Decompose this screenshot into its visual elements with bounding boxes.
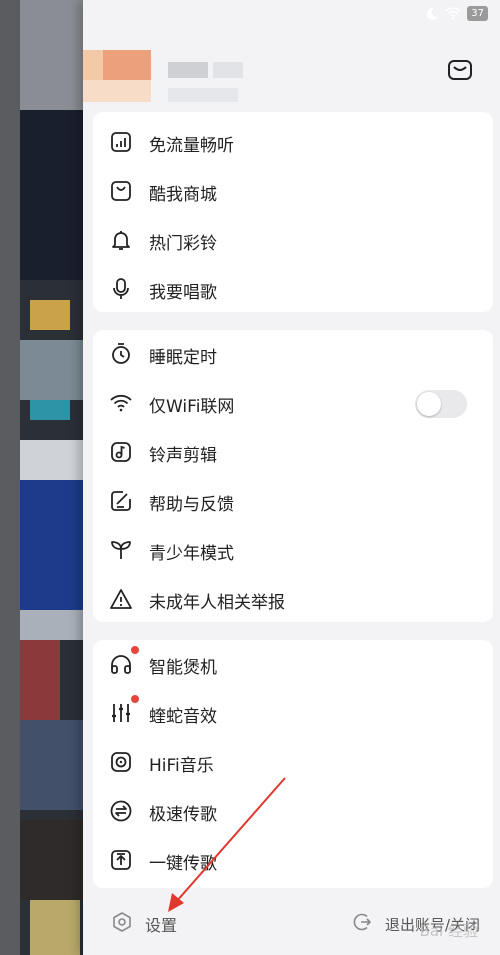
card-services: 免流量畅听 酷我商城 热门彩铃 我要唱歌 bbox=[93, 112, 493, 312]
sprout-icon bbox=[109, 538, 133, 562]
logout-button[interactable]: 退出账号/关闭 bbox=[351, 911, 480, 937]
timer-icon bbox=[109, 342, 133, 366]
wifi-icon bbox=[109, 391, 133, 415]
menu-item-label: 热门彩铃 bbox=[149, 234, 217, 254]
side-drawer: 37 免流量畅听 酷我商城 热门彩铃 我要唱歌 睡眠定时 仅WiFi联网 铃声剪… bbox=[83, 0, 500, 955]
menu-item-label: 未成年人相关举报 bbox=[149, 593, 285, 613]
menu-item-label: HiFi音乐 bbox=[149, 756, 214, 776]
menu-item-karaoke[interactable]: 我要唱歌 bbox=[93, 265, 493, 313]
upload-icon bbox=[109, 848, 133, 872]
menu-item-label: 青少年模式 bbox=[149, 544, 234, 564]
shopping-bag-icon bbox=[109, 179, 133, 203]
menu-item-label: 免流量畅听 bbox=[149, 136, 234, 156]
card-audio: 智能煲机 蝰蛇音效 HiFi音乐 极速传歌 一键传歌 bbox=[93, 640, 493, 888]
warning-icon bbox=[109, 587, 133, 611]
settings-button[interactable]: 设置 bbox=[111, 911, 177, 937]
status-bar: 37 bbox=[83, 0, 500, 30]
moon-icon bbox=[425, 7, 439, 21]
wifi-signal-icon bbox=[445, 7, 461, 20]
microphone-icon bbox=[109, 277, 133, 301]
menu-item-hifi-music[interactable]: HiFi音乐 bbox=[93, 738, 493, 786]
menu-item-label: 仅WiFi联网 bbox=[149, 397, 235, 417]
battery-indicator: 37 bbox=[467, 6, 488, 21]
menu-item-ringtone-edit[interactable]: 铃声剪辑 bbox=[93, 428, 493, 476]
data-free-icon bbox=[109, 130, 133, 154]
menu-item-one-click-transfer[interactable]: 一键传歌 bbox=[93, 836, 493, 884]
avatar[interactable] bbox=[83, 40, 263, 120]
menu-item-viper-effects[interactable]: 蝰蛇音效 bbox=[93, 689, 493, 737]
toggle-knob bbox=[417, 392, 441, 416]
menu-item-label: 帮助与反馈 bbox=[149, 495, 234, 515]
equalizer-icon bbox=[109, 701, 133, 725]
logout-icon bbox=[351, 911, 373, 937]
menu-item-youth-mode[interactable]: 青少年模式 bbox=[93, 526, 493, 574]
menu-item-sleep-timer[interactable]: 睡眠定时 bbox=[93, 330, 493, 378]
menu-item-label: 极速传歌 bbox=[149, 805, 217, 825]
card-tools: 睡眠定时 仅WiFi联网 铃声剪辑 帮助与反馈 青少年模式 未成年人相关举报 bbox=[93, 330, 493, 622]
notification-badge bbox=[131, 646, 139, 654]
mail-icon[interactable] bbox=[446, 56, 474, 84]
menu-item-fast-transfer[interactable]: 极速传歌 bbox=[93, 787, 493, 835]
menu-item-label: 蝰蛇音效 bbox=[149, 707, 217, 727]
wifi-only-toggle[interactable] bbox=[415, 390, 467, 418]
drawer-bottom-bar: 设置 退出账号/关闭 bbox=[83, 895, 500, 955]
menu-item-minor-report[interactable]: 未成年人相关举报 bbox=[93, 575, 493, 623]
menu-item-label: 酷我商城 bbox=[149, 185, 217, 205]
menu-item-label: 我要唱歌 bbox=[149, 283, 217, 303]
bell-icon bbox=[109, 228, 133, 252]
transfer-icon bbox=[109, 799, 133, 823]
headphones-icon bbox=[109, 652, 133, 676]
menu-item-shop[interactable]: 酷我商城 bbox=[93, 167, 493, 215]
menu-item-burn-in[interactable]: 智能煲机 bbox=[93, 640, 493, 688]
background-app-blurred bbox=[0, 0, 90, 955]
menu-item-help-feedback[interactable]: 帮助与反馈 bbox=[93, 477, 493, 525]
settings-label: 设置 bbox=[145, 916, 178, 935]
menu-item-label: 一键传歌 bbox=[149, 854, 217, 874]
music-note-icon bbox=[109, 440, 133, 464]
profile-header bbox=[83, 30, 500, 125]
menu-item-label: 智能煲机 bbox=[149, 658, 217, 678]
notification-badge bbox=[131, 695, 139, 703]
logout-label: 退出账号/关闭 bbox=[384, 915, 480, 934]
menu-item-ringtone[interactable]: 热门彩铃 bbox=[93, 216, 493, 264]
menu-item-wifi-only[interactable]: 仅WiFi联网 bbox=[93, 379, 493, 427]
settings-hex-icon bbox=[111, 911, 133, 937]
hifi-icon bbox=[109, 750, 133, 774]
feedback-icon bbox=[109, 489, 133, 513]
menu-item-label: 睡眠定时 bbox=[149, 348, 217, 368]
menu-item-label: 铃声剪辑 bbox=[149, 446, 217, 466]
menu-item-data-free[interactable]: 免流量畅听 bbox=[93, 118, 493, 166]
